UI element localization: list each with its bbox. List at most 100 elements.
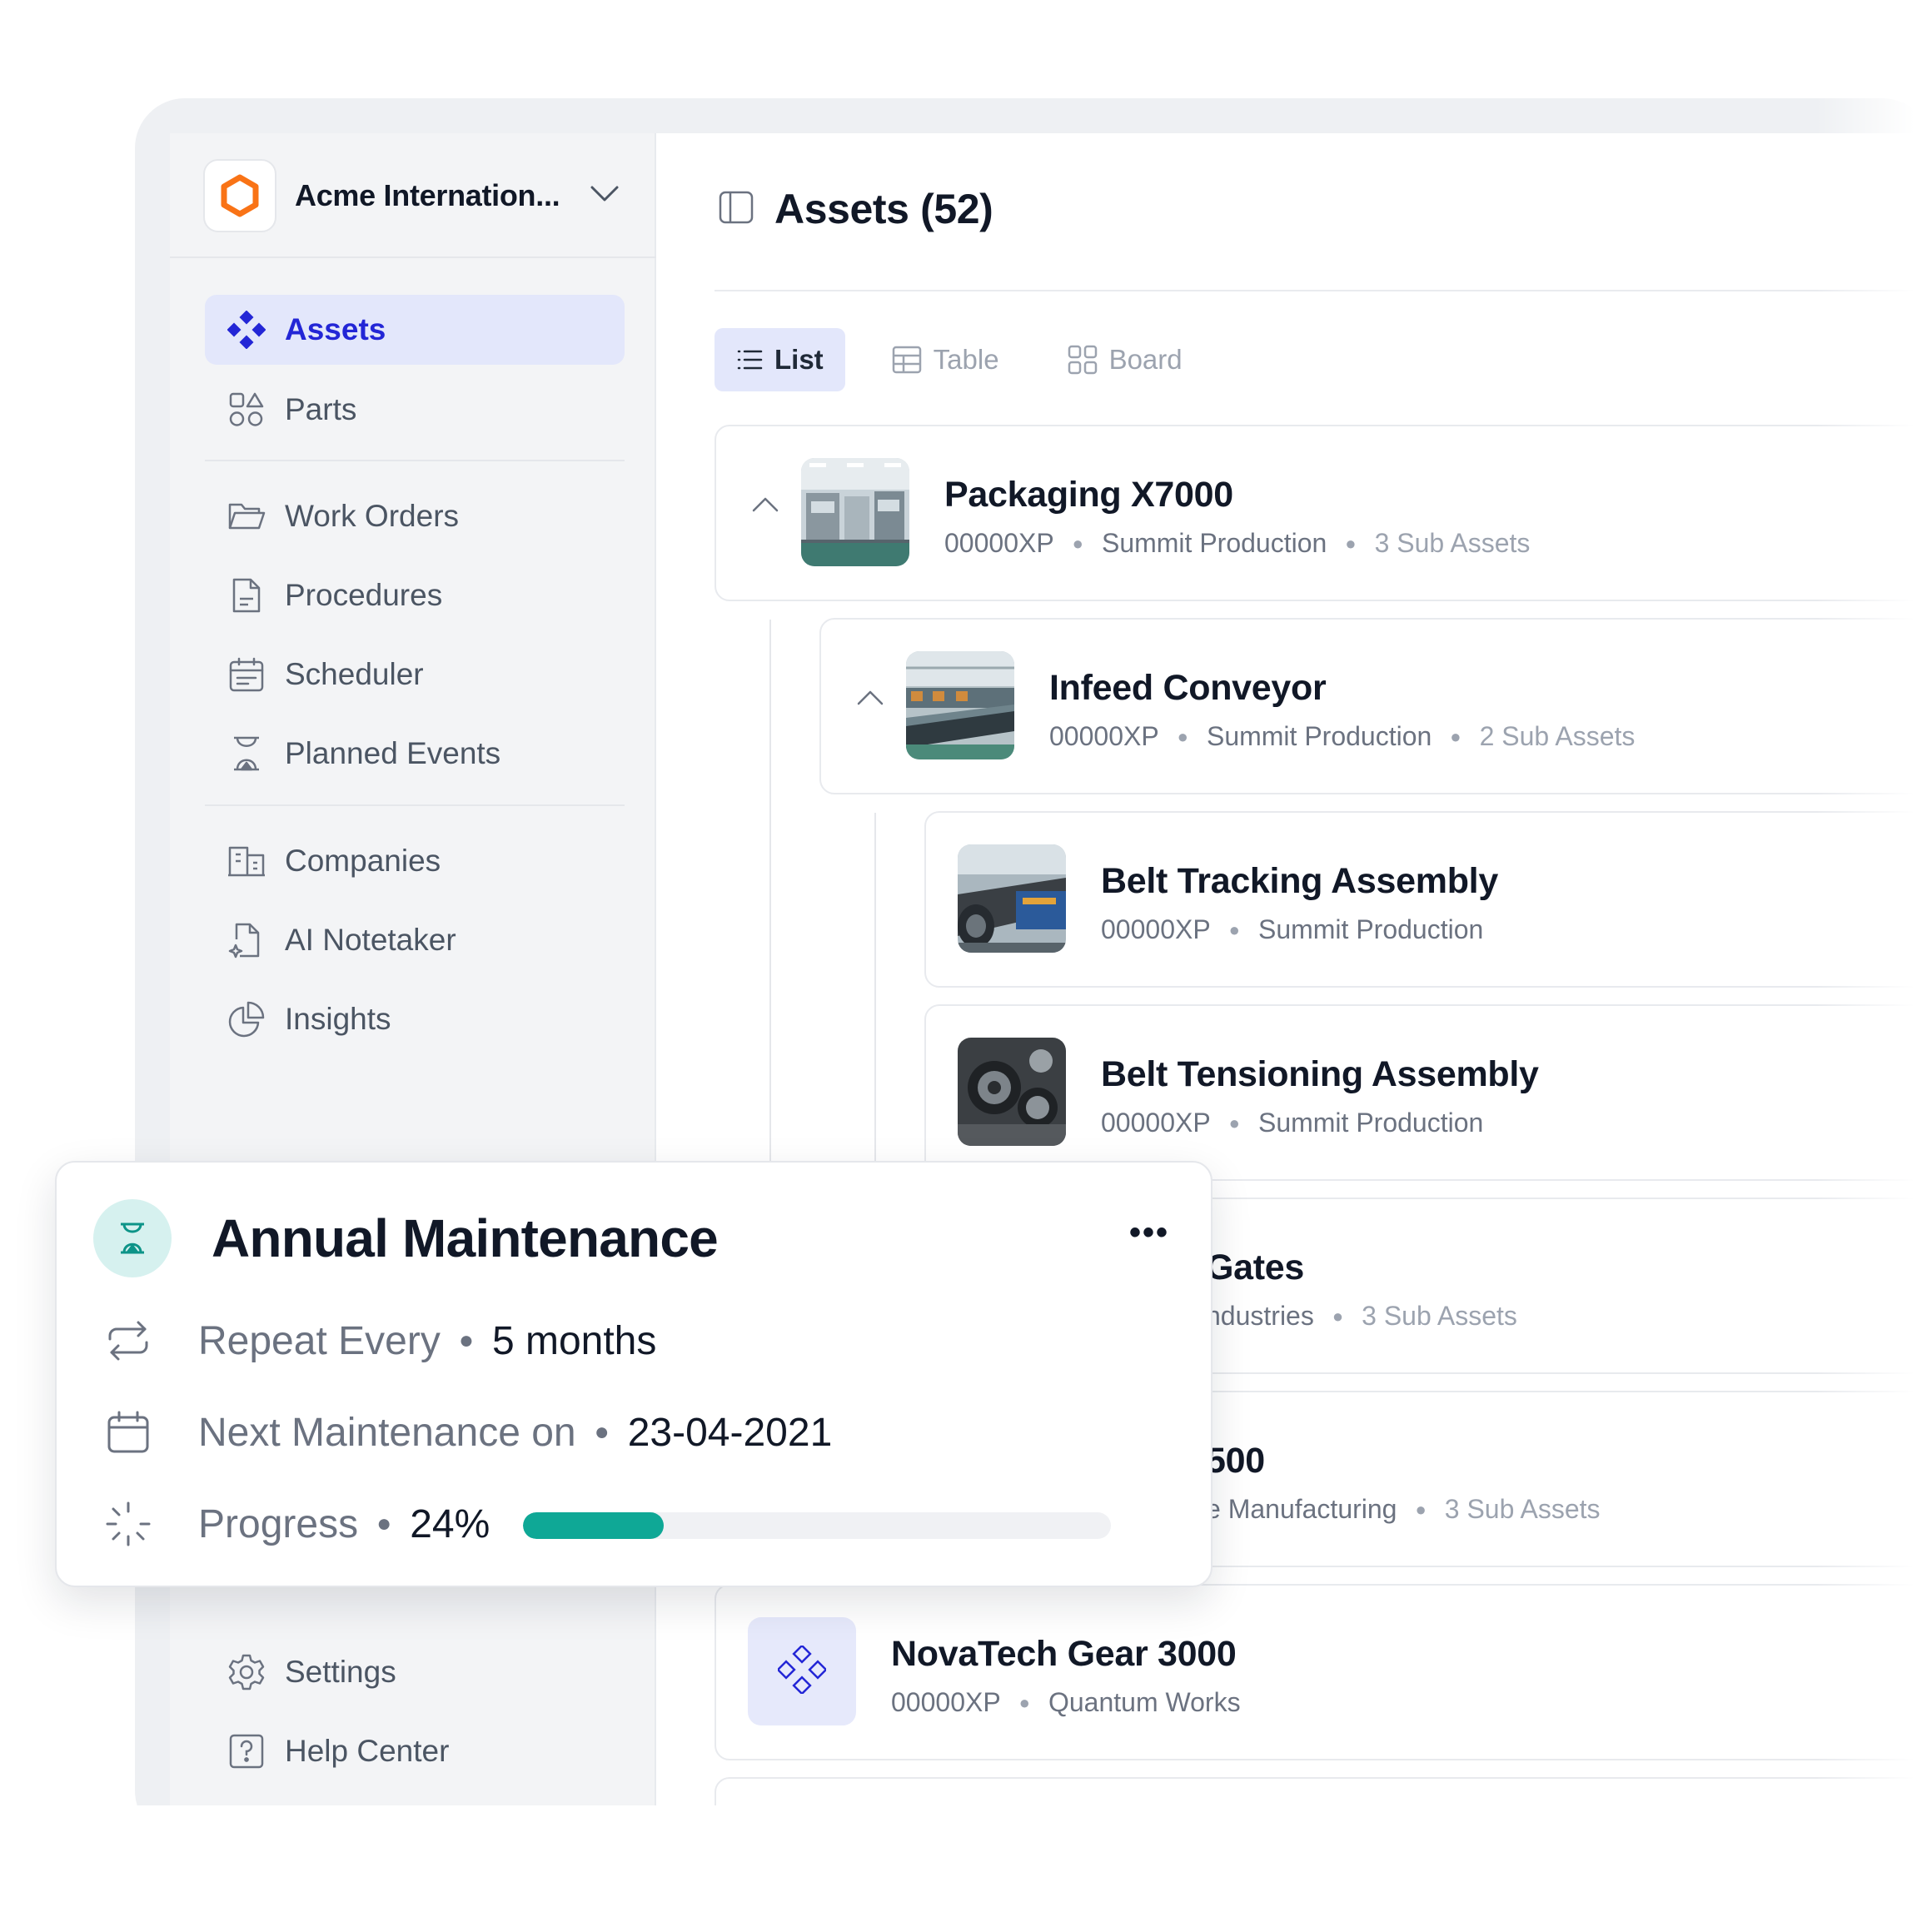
sidebar-item-label: Scheduler bbox=[285, 657, 424, 691]
repeat-icon bbox=[103, 1316, 153, 1366]
sidebar-divider bbox=[205, 804, 625, 806]
repeat-value: 5 months bbox=[491, 1318, 657, 1363]
chevron-down-icon[interactable] bbox=[590, 185, 620, 207]
hourglass-icon bbox=[93, 1199, 172, 1277]
sidebar-item-scheduler[interactable]: Scheduler bbox=[205, 640, 625, 710]
asset-code: 00000XP bbox=[1049, 721, 1159, 751]
asset-card-novatech-gear-3000[interactable]: NovaTech Gear 3000 00000XP ● Quantum Wor… bbox=[715, 1584, 1932, 1760]
sidebar-divider bbox=[170, 256, 656, 258]
calendar-icon bbox=[227, 655, 266, 695]
separator-dot: ● bbox=[594, 1418, 610, 1446]
next-maintenance-label: Next Maintenance on bbox=[198, 1410, 576, 1455]
help-icon bbox=[227, 1731, 266, 1771]
pie-chart-icon bbox=[227, 999, 266, 1039]
page-title: Assets (52) bbox=[774, 186, 993, 232]
separator-dot: ● bbox=[1415, 1498, 1427, 1520]
sidebar-item-label: Help Center bbox=[285, 1734, 450, 1768]
event-title: Annual Maintenance bbox=[212, 1208, 719, 1268]
separator-dot: ● bbox=[1177, 725, 1188, 747]
sub-assets-count: 2 Sub Assets bbox=[1479, 721, 1636, 751]
sidebar-item-label: Settings bbox=[285, 1655, 396, 1689]
separator-dot: ● bbox=[1018, 1691, 1030, 1713]
separator-dot: ● bbox=[1072, 532, 1083, 554]
asset-meta: 00000XP ● Summit Production ● 2 Sub Asse… bbox=[1049, 721, 1635, 752]
sidebar-item-planned-events[interactable]: Planned Events bbox=[205, 719, 625, 789]
progress-value: 24% bbox=[410, 1501, 490, 1546]
sidebar-item-settings[interactable]: Settings bbox=[205, 1637, 625, 1707]
sub-assets-count: 3 Sub Assets bbox=[1444, 1494, 1601, 1524]
sidebar-item-ai-notetaker[interactable]: AI Notetaker bbox=[205, 905, 625, 975]
progress-row: Progress ● 24% bbox=[103, 1499, 490, 1549]
parts-icon bbox=[227, 390, 266, 430]
building-icon bbox=[227, 841, 266, 881]
sidebar-toggle-icon[interactable] bbox=[718, 189, 754, 230]
asset-card-belt-tracking-assembly[interactable]: Belt Tracking Assembly 00000XP ● Summit … bbox=[924, 811, 1932, 988]
sub-assets-count: 3 Sub Assets bbox=[1374, 528, 1531, 558]
asset-photo bbox=[958, 1038, 1066, 1146]
progress-bar bbox=[523, 1512, 1111, 1539]
tab-list[interactable]: List bbox=[715, 328, 845, 391]
next-maintenance-row: Next Maintenance on ● 23-04-2021 bbox=[103, 1407, 832, 1457]
workspace-switcher[interactable]: Acme Internation... bbox=[203, 158, 636, 233]
asset-name: Belt Tensioning Assembly bbox=[1101, 1054, 1539, 1094]
separator-dot: ● bbox=[1345, 532, 1357, 554]
folder-icon bbox=[227, 496, 266, 536]
asset-meta: e Manufacturing ● 3 Sub Assets bbox=[1206, 1494, 1601, 1525]
separator-dot: ● bbox=[458, 1327, 474, 1354]
asset-placeholder bbox=[748, 1617, 856, 1725]
calendar-icon bbox=[103, 1407, 153, 1457]
separator-dot: ● bbox=[1450, 725, 1461, 747]
planned-event-card[interactable]: Annual Maintenance ••• Repeat Every ● 5 … bbox=[55, 1161, 1212, 1587]
asset-company: Summit Production bbox=[1257, 914, 1484, 944]
workspace-name: Acme Internation... bbox=[295, 178, 560, 212]
asset-code: 00000XP bbox=[1101, 914, 1211, 944]
sidebar-item-assets[interactable]: Assets bbox=[205, 295, 625, 365]
tab-board[interactable]: Board bbox=[1046, 328, 1204, 391]
tab-label: List bbox=[774, 344, 824, 375]
progress-bar-fill bbox=[523, 1512, 665, 1539]
header-divider bbox=[715, 290, 1932, 291]
asset-meta: 00000XP ● Quantum Works bbox=[891, 1687, 1241, 1718]
table-icon bbox=[892, 346, 922, 374]
asset-meta: 00000XP ● Summit Production ● 3 Sub Asse… bbox=[944, 528, 1530, 559]
asset-photo bbox=[801, 458, 909, 566]
chevron-up-icon[interactable] bbox=[751, 495, 779, 517]
separator-dot: ● bbox=[1332, 1305, 1344, 1327]
tab-label: Board bbox=[1108, 344, 1183, 375]
sidebar-item-label: Insights bbox=[285, 1002, 391, 1036]
progress-label: Progress bbox=[198, 1501, 359, 1546]
asset-company: e Manufacturing bbox=[1206, 1494, 1397, 1524]
asset-code: 00000XP bbox=[1101, 1108, 1211, 1138]
sidebar-item-label: Parts bbox=[285, 392, 357, 426]
asset-name: Gates bbox=[1206, 1247, 1305, 1287]
asset-card-belt-tensioning-assembly[interactable]: Belt Tensioning Assembly 00000XP ● Summi… bbox=[924, 1004, 1932, 1181]
hexagon-logo-icon bbox=[203, 159, 276, 232]
sidebar-item-help-center[interactable]: Help Center bbox=[205, 1716, 625, 1786]
asset-meta: 00000XP ● Summit Production bbox=[1101, 914, 1483, 945]
sidebar-item-companies[interactable]: Companies bbox=[205, 826, 625, 896]
sidebar-item-work-orders[interactable]: Work Orders bbox=[205, 481, 625, 551]
asset-name: NovaTech Gear 3000 bbox=[891, 1634, 1237, 1674]
sidebar-item-label: Assets bbox=[285, 312, 386, 346]
chevron-up-icon[interactable] bbox=[856, 688, 884, 710]
asset-company: Summit Production bbox=[1101, 528, 1327, 558]
asset-card[interactable] bbox=[715, 1777, 1932, 1805]
asset-name: Belt Tracking Assembly bbox=[1101, 861, 1498, 901]
sidebar-item-parts[interactable]: Parts bbox=[205, 375, 625, 445]
asset-company: Quantum Works bbox=[1048, 1687, 1241, 1717]
asset-name: 500 bbox=[1206, 1441, 1265, 1481]
asset-name: Infeed Conveyor bbox=[1049, 668, 1327, 708]
page-margin bbox=[0, 1805, 1932, 1932]
list-icon bbox=[736, 348, 763, 371]
tab-table[interactable]: Table bbox=[870, 328, 1021, 391]
asset-code: 00000XP bbox=[944, 528, 1054, 558]
asset-card-infeed-conveyor[interactable]: Infeed Conveyor 00000XP ● Summit Product… bbox=[819, 618, 1932, 794]
sidebar-item-insights[interactable]: Insights bbox=[205, 984, 625, 1054]
asset-card-packaging-x7000[interactable]: Packaging X7000 00000XP ● Summit Product… bbox=[715, 425, 1932, 601]
repeat-row: Repeat Every ● 5 months bbox=[103, 1316, 656, 1366]
more-options-icon[interactable]: ••• bbox=[1129, 1214, 1169, 1252]
gear-icon bbox=[227, 1652, 266, 1692]
sidebar-item-procedures[interactable]: Procedures bbox=[205, 560, 625, 630]
next-maintenance-date: 23-04-2021 bbox=[627, 1410, 833, 1455]
asset-company: Summit Production bbox=[1257, 1108, 1484, 1138]
